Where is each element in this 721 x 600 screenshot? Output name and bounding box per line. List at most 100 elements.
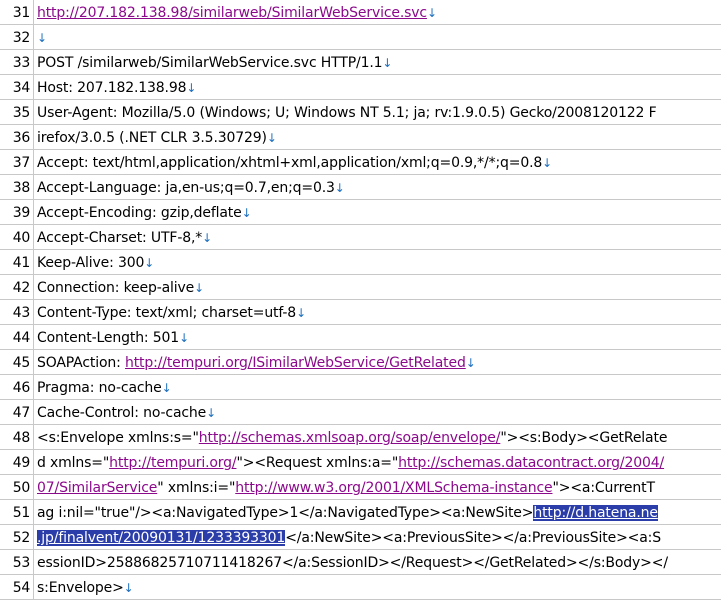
editor-line[interactable]: 32 ↓ bbox=[0, 25, 721, 50]
code-text: Connection: keep-alive bbox=[37, 280, 195, 296]
return-mark-icon: ↓ bbox=[186, 81, 197, 95]
url-link[interactable]: http://schemas.datacontract.org/2004/ bbox=[398, 455, 664, 471]
code-text: s:Envelope> bbox=[37, 580, 124, 596]
line-text[interactable]: ↓ bbox=[37, 28, 47, 48]
line-text[interactable]: Connection: keep-alive↓ bbox=[37, 278, 204, 298]
return-mark-icon: ↓ bbox=[426, 6, 437, 20]
line-text[interactable]: Content-Length: 501↓ bbox=[37, 328, 189, 348]
line-number: 48 bbox=[12, 430, 31, 446]
line-text[interactable]: s:Envelope>↓ bbox=[37, 578, 134, 598]
editor-line[interactable]: 51 ag i:nil="true"/><a:NavigatedType>1</a… bbox=[0, 500, 721, 525]
url-link[interactable]: http://207.182.138.98/similarweb/Similar… bbox=[37, 5, 427, 21]
editor-line[interactable]: 47 Cache-Control: no-cache↓ bbox=[0, 400, 721, 425]
line-number: 45 bbox=[12, 355, 31, 371]
return-mark-icon: ↓ bbox=[161, 381, 172, 395]
line-text[interactable]: Host: 207.182.138.98↓ bbox=[37, 78, 196, 98]
line-text[interactable]: 07/SimilarService" xmlns:i="http://www.w… bbox=[37, 478, 655, 498]
return-mark-icon: ↓ bbox=[241, 206, 252, 220]
editor-line[interactable]: 38 Accept-Language: ja,en-us;q=0.7,en;q=0… bbox=[0, 175, 721, 200]
editor-line[interactable]: 45 SOAPAction: http://tempuri.org/ISimila… bbox=[0, 350, 721, 375]
line-text[interactable]: Accept-Charset: UTF-8,*↓ bbox=[37, 228, 212, 248]
editor-line[interactable]: 44 Content-Length: 501↓ bbox=[0, 325, 721, 350]
line-text[interactable]: .jp/finalvent/20090131/1233393301</a:New… bbox=[37, 528, 661, 548]
line-number: 32 bbox=[12, 30, 31, 46]
line-text[interactable]: Accept-Encoding: gzip,deflate↓ bbox=[37, 203, 252, 223]
editor-line[interactable]: 52 .jp/finalvent/20090131/1233393301</a:N… bbox=[0, 525, 721, 550]
line-text[interactable]: Accept: text/html,application/xhtml+xml,… bbox=[37, 153, 552, 173]
return-mark-icon: ↓ bbox=[206, 406, 217, 420]
code-text: </a:NewSite><a:PreviousSite></a:Previous… bbox=[285, 530, 661, 546]
code-text: "><s:Body><GetRelate bbox=[500, 430, 668, 446]
line-number: 36 bbox=[12, 130, 31, 146]
code-text: ag i:nil="true"/><a:NavigatedType>1</a:N… bbox=[37, 505, 534, 521]
line-text[interactable]: http://207.182.138.98/similarweb/Similar… bbox=[37, 3, 437, 23]
line-text[interactable]: essionID>25886825710711418267</a:Session… bbox=[37, 553, 668, 573]
code-text: Cache-Control: no-cache bbox=[37, 405, 207, 421]
editor-line[interactable]: 40 Accept-Charset: UTF-8,*↓ bbox=[0, 225, 721, 250]
editor-line[interactable]: 42 Connection: keep-alive↓ bbox=[0, 275, 721, 300]
line-number: 54 bbox=[12, 580, 31, 596]
line-text[interactable]: POST /similarweb/SimilarWebService.svc H… bbox=[37, 53, 392, 73]
line-text[interactable]: Keep-Alive: 300↓ bbox=[37, 253, 154, 273]
line-text[interactable]: Content-Type: text/xml; charset=utf-8↓ bbox=[37, 303, 306, 323]
editor-line[interactable]: 39 Accept-Encoding: gzip,deflate↓ bbox=[0, 200, 721, 225]
return-mark-icon: ↓ bbox=[266, 131, 277, 145]
url-link[interactable]: http://tempuri.org/ bbox=[109, 455, 236, 471]
line-text[interactable]: irefox/3.0.5 (.NET CLR 3.5.30729)↓ bbox=[37, 128, 277, 148]
return-mark-icon: ↓ bbox=[296, 306, 306, 320]
line-text[interactable]: Pragma: no-cache↓ bbox=[37, 378, 172, 398]
code-text: Host: 207.182.138.98 bbox=[37, 80, 187, 96]
editor-line[interactable]: 36 irefox/3.0.5 (.NET CLR 3.5.30729)↓ bbox=[0, 125, 721, 150]
return-mark-icon: ↓ bbox=[465, 356, 476, 370]
line-number: 44 bbox=[12, 330, 31, 346]
code-text: essionID>25886825710711418267</a:Session… bbox=[37, 555, 668, 571]
url-link[interactable]: http://www.w3.org/2001/XMLSchema-instanc… bbox=[235, 480, 552, 496]
line-number: 34 bbox=[12, 80, 31, 96]
return-mark-icon: ↓ bbox=[179, 331, 189, 345]
line-text[interactable]: <s:Envelope xmlns:s="http://schemas.xmls… bbox=[37, 428, 667, 448]
url-link[interactable]: 07/SimilarService bbox=[37, 480, 157, 496]
editor-line[interactable]: 31 http://207.182.138.98/similarweb/Simil… bbox=[0, 0, 721, 25]
text-editor[interactable]: 31 http://207.182.138.98/similarweb/Simil… bbox=[0, 0, 721, 600]
return-mark-icon: ↓ bbox=[37, 31, 47, 45]
editor-line[interactable]: 35 User-Agent: Mozilla/5.0 (Windows; U; W… bbox=[0, 100, 721, 125]
code-text: POST /similarweb/SimilarWebService.svc H… bbox=[37, 55, 383, 71]
line-text[interactable]: Accept-Language: ja,en-us;q=0.7,en;q=0.3… bbox=[37, 178, 345, 198]
code-text: Content-Type: text/xml; charset=utf-8 bbox=[37, 305, 297, 321]
editor-line[interactable]: 33 POST /similarweb/SimilarWebService.svc… bbox=[0, 50, 721, 75]
line-number: 38 bbox=[12, 180, 31, 196]
editor-line[interactable]: 48 <s:Envelope xmlns:s="http://schemas.xm… bbox=[0, 425, 721, 450]
line-text[interactable]: d xmlns="http://tempuri.org/"><Request x… bbox=[37, 453, 664, 473]
line-text[interactable]: SOAPAction: http://tempuri.org/ISimilarW… bbox=[37, 353, 476, 373]
selected-text[interactable]: http://d.hatena.ne bbox=[533, 505, 658, 521]
editor-line[interactable]: 50 07/SimilarService" xmlns:i="http://www… bbox=[0, 475, 721, 500]
line-text[interactable]: ag i:nil="true"/><a:NavigatedType>1</a:N… bbox=[37, 503, 658, 523]
line-number: 37 bbox=[12, 155, 31, 171]
line-text[interactable]: User-Agent: Mozilla/5.0 (Windows; U; Win… bbox=[37, 103, 657, 123]
code-text: Accept: text/html,application/xhtml+xml,… bbox=[37, 155, 543, 171]
line-text[interactable]: Cache-Control: no-cache↓ bbox=[37, 403, 216, 423]
editor-line[interactable]: 54 s:Envelope>↓ bbox=[0, 575, 721, 600]
line-number: 50 bbox=[12, 480, 31, 496]
editor-line[interactable]: 46 Pragma: no-cache↓ bbox=[0, 375, 721, 400]
line-number: 41 bbox=[12, 255, 31, 271]
code-text: Accept-Language: ja,en-us;q=0.7,en;q=0.3 bbox=[37, 180, 335, 196]
url-link[interactable]: http://tempuri.org/ISimilarWebService/Ge… bbox=[125, 355, 466, 371]
line-number: 35 bbox=[12, 105, 31, 121]
editor-line[interactable]: 41 Keep-Alive: 300↓ bbox=[0, 250, 721, 275]
line-number: 47 bbox=[12, 405, 31, 421]
editor-line[interactable]: 49 d xmlns="http://tempuri.org/"><Request… bbox=[0, 450, 721, 475]
code-text: "><Request xmlns:a=" bbox=[236, 455, 399, 471]
code-text: SOAPAction: bbox=[37, 355, 125, 371]
editor-line[interactable]: 53 essionID>25886825710711418267</a:Sessi… bbox=[0, 550, 721, 575]
code-text: d xmlns=" bbox=[37, 455, 110, 471]
code-text: Keep-Alive: 300 bbox=[37, 255, 145, 271]
editor-line[interactable]: 37 Accept: text/html,application/xhtml+xm… bbox=[0, 150, 721, 175]
url-link[interactable]: http://schemas.xmlsoap.org/soap/envelope… bbox=[199, 430, 501, 446]
editor-line[interactable]: 43 Content-Type: text/xml; charset=utf-8↓ bbox=[0, 300, 721, 325]
selected-text[interactable]: .jp/finalvent/20090131/1233393301 bbox=[37, 530, 285, 546]
code-text: Accept-Encoding: gzip,deflate bbox=[37, 205, 242, 221]
editor-line[interactable]: 34 Host: 207.182.138.98↓ bbox=[0, 75, 721, 100]
return-mark-icon: ↓ bbox=[144, 256, 155, 270]
code-text: irefox/3.0.5 (.NET CLR 3.5.30729) bbox=[37, 130, 267, 146]
